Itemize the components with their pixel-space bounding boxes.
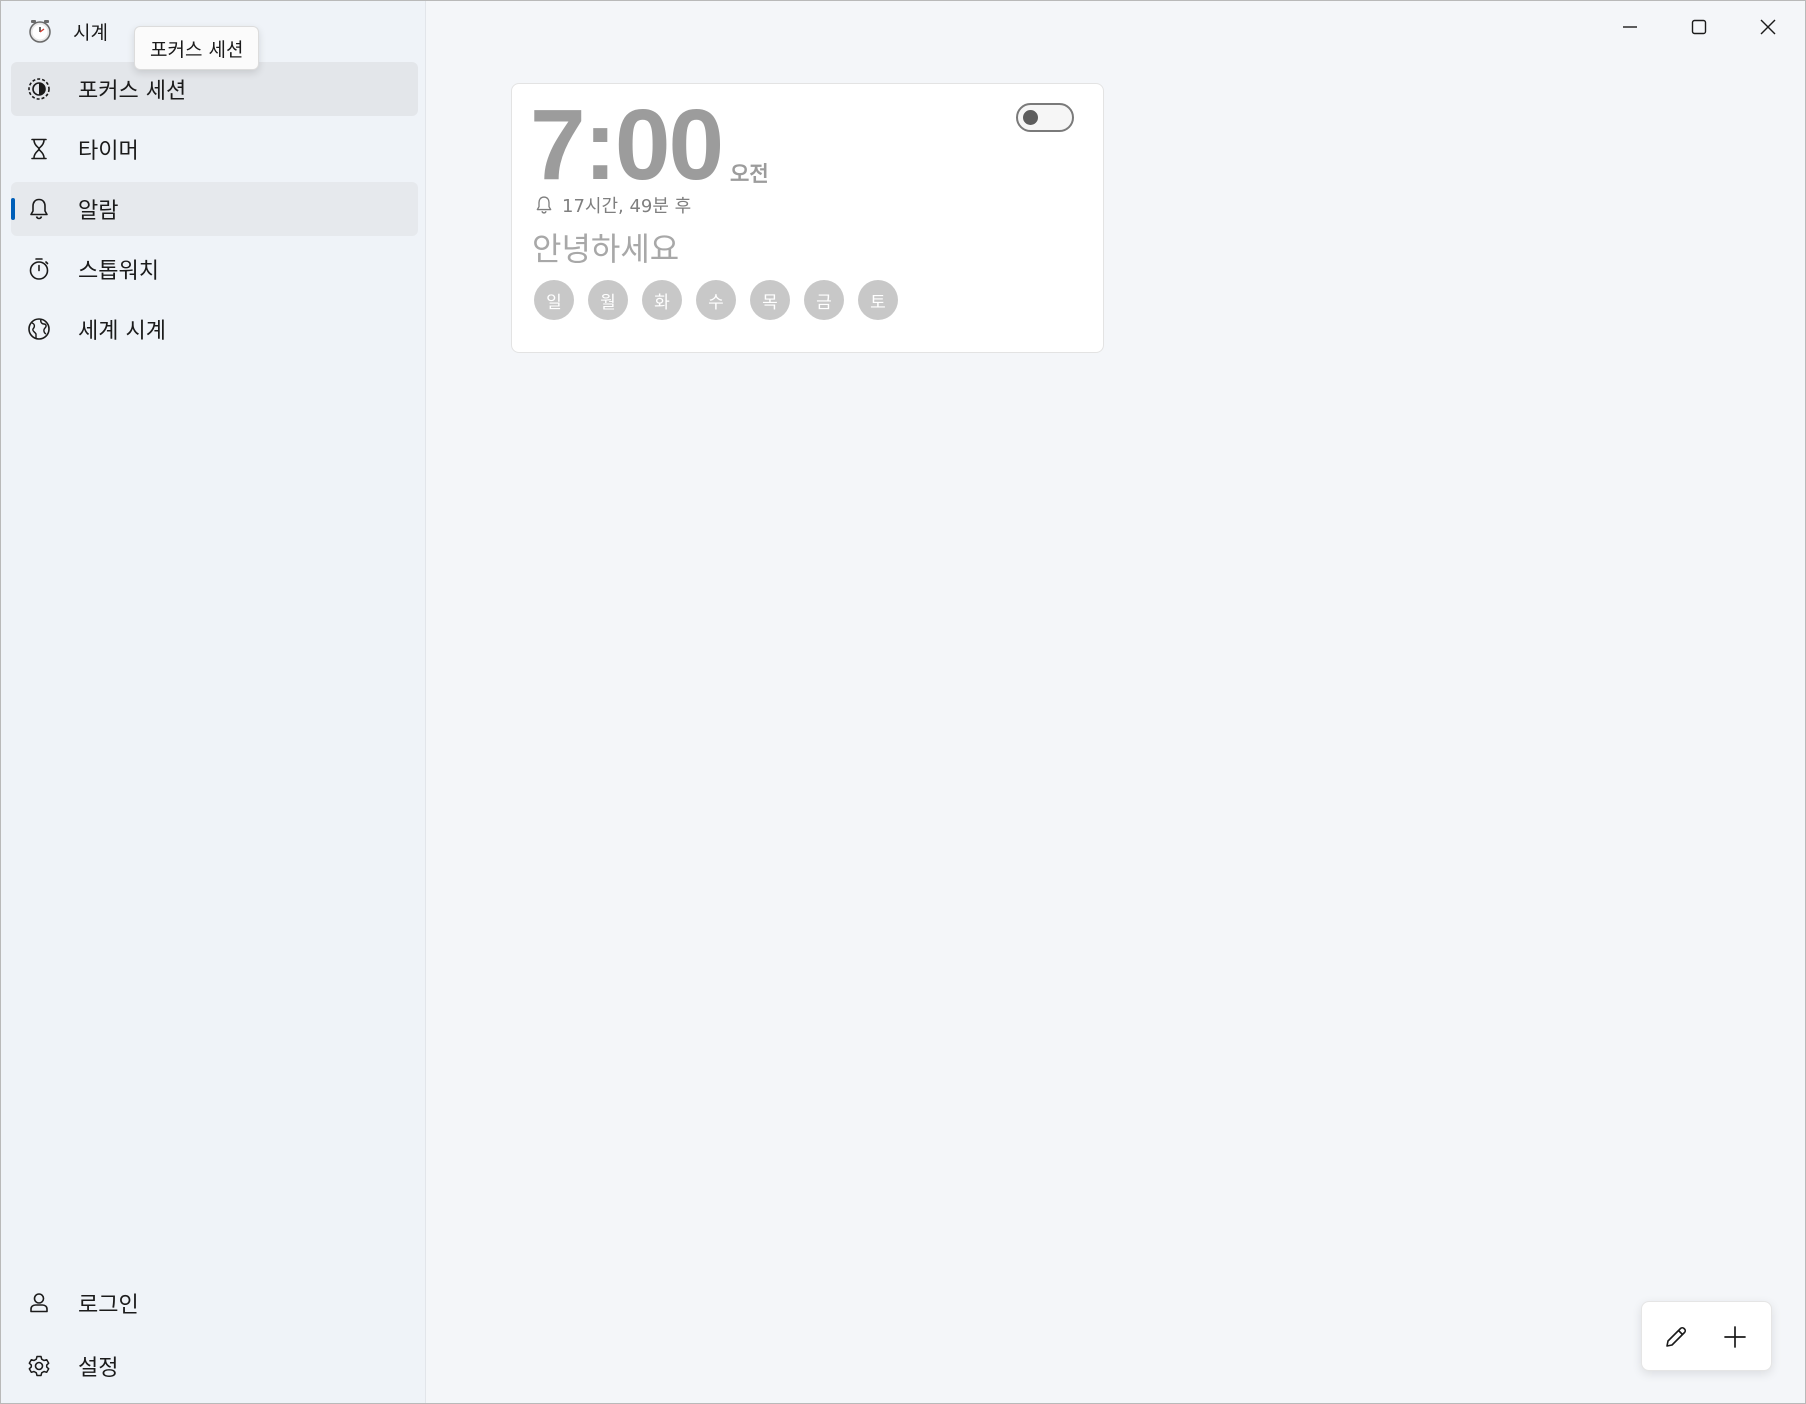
person-icon [30,1293,48,1313]
sidebar-item-label: 포커스 세션 [78,79,187,104]
gear-icon [28,1355,50,1377]
tooltip: 포커스 세션 [134,26,260,70]
toggle-knob [1023,110,1038,125]
alarm-time: 7:00 [530,89,724,201]
alarm-remaining-text: 17시간, 49분 후 [562,196,692,217]
sidebar-item-alarm[interactable]: 알람 [11,182,418,236]
day-chip: 목 [750,280,790,320]
sidebar-item-label: 알람 [78,199,119,224]
maximize-button[interactable] [1665,1,1733,53]
minimize-button[interactable] [1596,1,1664,53]
sidebar-item-label: 설정 [78,1356,119,1381]
sidebar-item-timer[interactable]: 타이머 [11,122,418,176]
sidebar-item-stopwatch[interactable]: 스톱워치 [11,242,418,296]
pencil-icon [1666,1326,1687,1347]
day-chip: 일 [534,280,574,320]
alarm-action-bar [1641,1301,1772,1371]
sidebar-item-label: 로그인 [78,1293,139,1318]
maximize-icon [1691,19,1707,35]
sidebar-item-focus-session[interactable]: 포커스 세션 [11,62,418,116]
day-chip: 금 [804,280,844,320]
sidebar-item-login[interactable]: 로그인 [11,1276,418,1330]
app-title-area: 시계 [27,17,108,45]
day-chip: 월 [588,280,628,320]
add-alarm-button[interactable] [1712,1314,1758,1360]
alarm-ampm: 오전 [730,162,769,186]
bell-icon [30,198,48,220]
sidebar-item-label: 타이머 [78,139,139,164]
sidebar-item-settings[interactable]: 설정 [11,1339,418,1393]
alarm-remaining-row: 17시간, 49분 후 [534,192,691,218]
hourglass-icon [31,138,47,160]
selection-indicator [11,198,15,220]
close-icon [1760,19,1776,35]
clock-app-icon [29,20,51,43]
sidebar: 시계 포커스 세션 포커스 세션 타이머 알람 스톱워치 세계 시계 로그인 설… [1,1,426,1403]
stopwatch-icon [29,258,49,280]
globe-icon [28,318,50,340]
alarm-toggle[interactable] [1016,103,1074,132]
alarm-name: 안녕하세요 [532,230,680,268]
day-chip: 토 [858,280,898,320]
minimize-icon [1623,26,1637,28]
clock-window: 시계 포커스 세션 포커스 세션 타이머 알람 스톱워치 세계 시계 로그인 설… [0,0,1806,1404]
focus-session-icon [28,78,50,100]
alarm-days: 일 월 화 수 목 금 토 [534,280,912,320]
close-button[interactable] [1734,1,1802,53]
day-chip: 수 [696,280,736,320]
sidebar-item-label: 스톱워치 [78,259,159,284]
plus-icon [1724,1326,1746,1348]
sidebar-item-world-clock[interactable]: 세계 시계 [11,302,418,356]
edit-alarms-button[interactable] [1653,1314,1699,1360]
day-chip: 화 [642,280,682,320]
bell-icon [536,196,552,214]
sidebar-item-label: 세계 시계 [78,319,166,344]
app-title: 시계 [73,21,108,44]
alarm-card[interactable]: 7:00 오전 17시간, 49분 후 안녕하세요 일 월 화 수 목 금 토 [511,83,1104,353]
